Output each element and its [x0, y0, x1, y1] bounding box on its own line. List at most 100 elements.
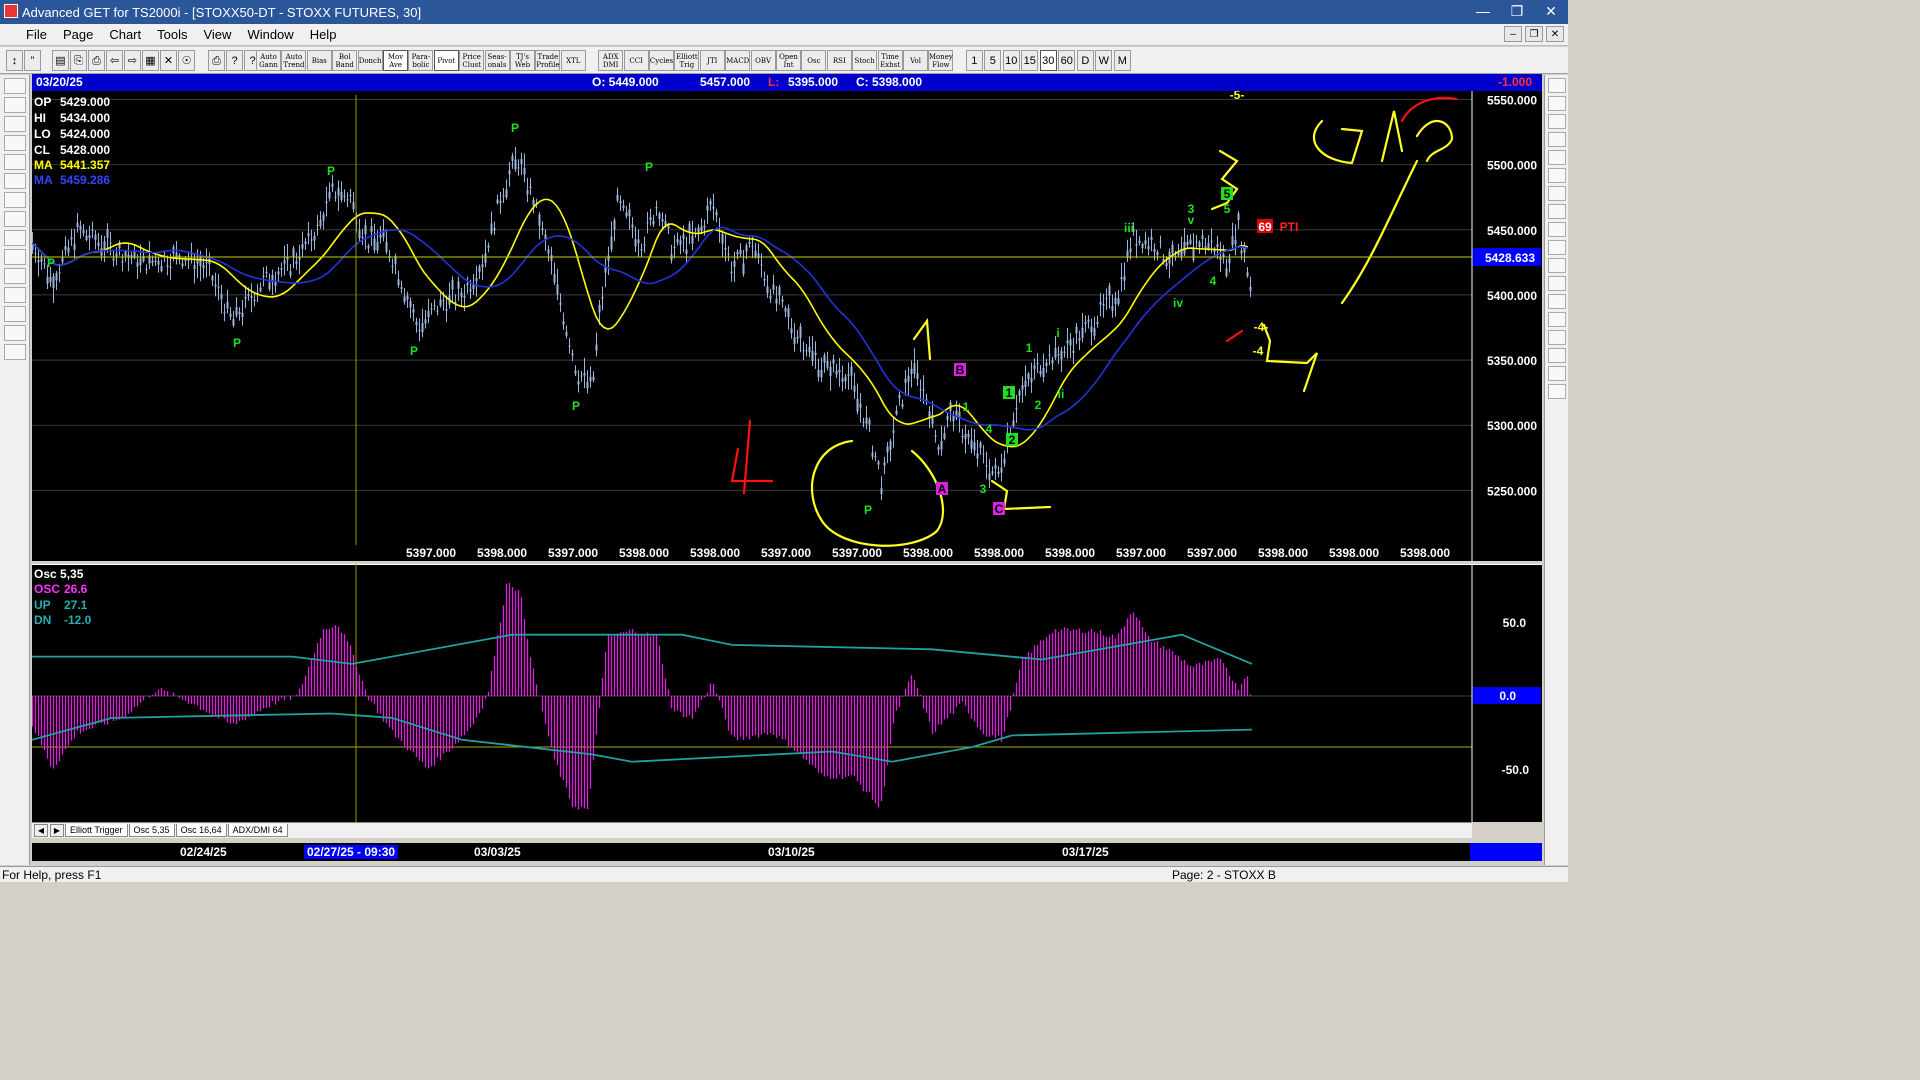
elliott-icon[interactable]	[4, 154, 26, 170]
draw-icon[interactable]	[4, 97, 26, 113]
delete-icon[interactable]: ✕	[160, 50, 177, 71]
menu-page[interactable]: Page	[55, 27, 101, 42]
square-icon[interactable]	[1548, 222, 1566, 237]
study-button-pivot[interactable]: Pivot	[433, 50, 459, 71]
channel-icon[interactable]	[1548, 204, 1566, 219]
copy-icon[interactable]: ⎘	[70, 50, 87, 71]
study-button-donch[interactable]: Donch	[357, 50, 383, 71]
study-button-elliott-trig[interactable]: Elliott Trig	[674, 50, 700, 71]
interval-button-W[interactable]: W	[1095, 50, 1113, 71]
grid-icon[interactable]	[1548, 276, 1566, 291]
menu-chart[interactable]: Chart	[101, 27, 149, 42]
ellipse-icon[interactable]	[1548, 186, 1566, 201]
tab-elliott-trigger[interactable]: Elliott Trigger	[65, 824, 128, 837]
interval-button-M[interactable]: M	[1113, 50, 1131, 71]
study-button-bol-band[interactable]: Bol Band	[332, 50, 358, 71]
study-button-price-clust[interactable]: Price Clust	[459, 50, 485, 71]
interval-button-60[interactable]: 60	[1058, 50, 1076, 71]
interval-button-5[interactable]: 5	[984, 50, 1002, 71]
study-button-cycles[interactable]: Cycles	[649, 50, 674, 71]
tab-osc-5-35[interactable]: Osc 5,35	[128, 824, 175, 837]
close-icon[interactable]	[1548, 78, 1566, 93]
arrow-right-icon[interactable]	[4, 211, 26, 227]
fib-ext-icon[interactable]	[1548, 150, 1566, 165]
study-icon[interactable]	[4, 135, 26, 151]
study-button-stoch[interactable]: Stoch	[852, 50, 878, 71]
print-icon[interactable]	[4, 344, 26, 360]
grid-icon[interactable]	[4, 249, 26, 265]
tab-osc-16-64[interactable]: Osc 16,64	[175, 824, 227, 837]
pencil-icon[interactable]	[1548, 114, 1566, 129]
study-button-macd[interactable]: MACD	[725, 50, 751, 71]
study-button-auto-trend[interactable]: Auto Trend	[281, 50, 307, 71]
study-button-vol[interactable]: Vol	[903, 50, 928, 71]
study-button-open-int[interactable]: Open Int	[776, 50, 801, 71]
zoom-icon[interactable]	[1548, 312, 1566, 327]
date-scroll-box[interactable]	[1470, 843, 1542, 861]
u-icon[interactable]	[1548, 384, 1566, 399]
tab-prev-icon[interactable]: ◀	[34, 824, 48, 837]
interval-button-15[interactable]: 15	[1021, 50, 1039, 71]
menu-help[interactable]: Help	[302, 27, 345, 42]
zoom-icon[interactable]: ☉	[178, 50, 195, 71]
arrow-left-icon[interactable]	[4, 192, 26, 208]
study-button-money-flow[interactable]: Money Flow	[928, 50, 954, 71]
restore-icon[interactable]: ❐	[1500, 0, 1534, 22]
eraser-icon[interactable]	[1548, 240, 1566, 255]
gann-icon[interactable]	[4, 287, 26, 303]
menu-file[interactable]: File	[18, 27, 55, 42]
menu-view[interactable]: View	[195, 27, 239, 42]
study-button-mov-ave[interactable]: Mov Ave	[383, 50, 408, 71]
price-chart[interactable]: PPPPPPPPBAC12511234345iiiiiiivv 69 PTI-4--…	[32, 91, 1542, 561]
menu-window[interactable]: Window	[239, 27, 301, 42]
pointer-icon[interactable]: ↕	[6, 50, 23, 71]
interval-button-10[interactable]: 10	[1002, 50, 1020, 71]
lock-icon[interactable]	[1548, 348, 1566, 363]
study-button-time-exhst[interactable]: Time Exhst	[877, 50, 903, 71]
interval-button-D[interactable]: D	[1076, 50, 1094, 71]
hand-icon[interactable]	[1548, 330, 1566, 345]
scale-icon[interactable]	[4, 230, 26, 246]
mob-icon[interactable]	[1548, 294, 1566, 309]
fib-ret-icon[interactable]	[1548, 132, 1566, 147]
print-icon[interactable]: ⎙	[208, 50, 225, 71]
paste-icon[interactable]: ⎙	[88, 50, 105, 71]
study-button-parabolic[interactable]: Para- bolic	[408, 50, 434, 71]
pti-icon[interactable]	[1548, 258, 1566, 273]
menu-tools[interactable]: Tools	[149, 27, 195, 42]
study-button-jti[interactable]: JTI	[699, 50, 725, 71]
oscillator-panel[interactable]: 50.0 0.0 -50.0 Osc 5,35 OSC 26.6 UP 27.1…	[32, 564, 1542, 822]
arrow-up-icon[interactable]	[4, 173, 26, 189]
study-button-trade-profile[interactable]: Trade Profile	[535, 50, 561, 71]
reset-icon[interactable]	[4, 116, 26, 132]
study-button-auto-gann[interactable]: Auto Gann	[256, 50, 281, 71]
study-button-cci[interactable]: CCI	[623, 50, 649, 71]
study-button-rsi[interactable]: RSI	[826, 50, 852, 71]
cross-icon[interactable]	[4, 325, 26, 341]
quote-icon[interactable]: ”	[24, 50, 41, 71]
interval-button-1[interactable]: 1	[965, 50, 983, 71]
study-button-tjs-web[interactable]: TJ's Web	[510, 50, 535, 71]
mdi-close-icon[interactable]: ✕	[1546, 26, 1564, 42]
study-button-osc[interactable]: Osc	[801, 50, 827, 71]
minimize-icon[interactable]: —	[1466, 0, 1500, 22]
study-button-xtl[interactable]: XTL	[560, 50, 586, 71]
mdi-restore-icon[interactable]: ❐	[1525, 26, 1543, 42]
print-preview-icon[interactable]: ▤	[52, 50, 69, 71]
info-icon[interactable]: ?	[226, 50, 243, 71]
tab-next-icon[interactable]: ▶	[50, 824, 64, 837]
fib-icon[interactable]	[4, 306, 26, 322]
fib-time-icon[interactable]	[1548, 168, 1566, 183]
study-button-adx-dmi[interactable]: ADX DMI	[598, 50, 624, 71]
lines-icon[interactable]	[4, 268, 26, 284]
study-button-seasonals[interactable]: Seas- onals	[484, 50, 510, 71]
tab-adx-dmi-64[interactable]: ADX/DMI 64	[227, 824, 288, 837]
mdi-minimize-icon[interactable]: –	[1504, 26, 1522, 42]
layout-icon[interactable]: ▦	[142, 50, 159, 71]
back-icon[interactable]: ⇦	[106, 50, 123, 71]
close-icon[interactable]: ✕	[1534, 0, 1568, 22]
draw-line-icon[interactable]	[1548, 96, 1566, 111]
study-button-bias[interactable]: Bias	[306, 50, 332, 71]
study-button-obv[interactable]: OBV	[750, 50, 776, 71]
forward-icon[interactable]: ⇨	[124, 50, 141, 71]
